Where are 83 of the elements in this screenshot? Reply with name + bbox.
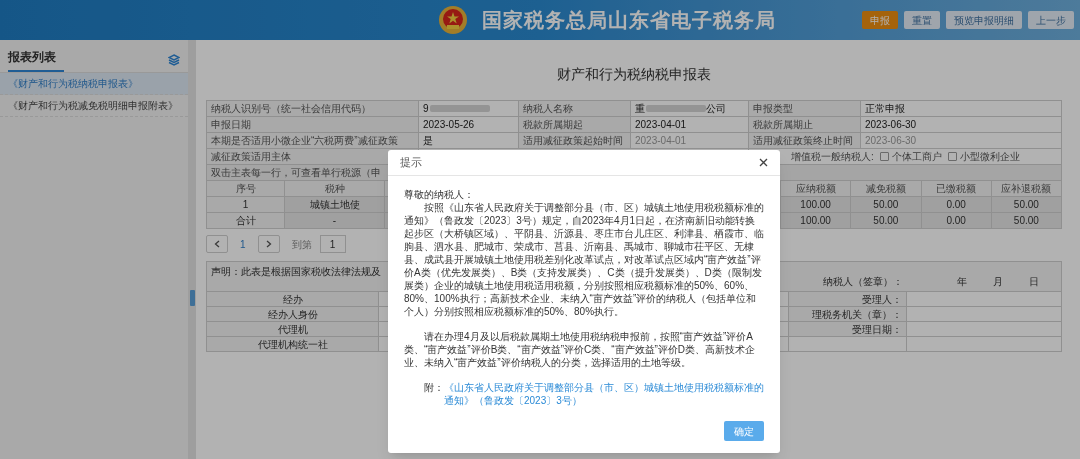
dialog-title: 提示	[400, 155, 422, 171]
table-cell: 50.00	[873, 215, 899, 226]
declaration-text: 声明：此表是根据国家税收法律法规及	[211, 265, 381, 279]
date-label: 月	[993, 275, 1003, 289]
checkbox[interactable]	[947, 152, 957, 161]
header-button[interactable]: 预览申报明细	[946, 11, 1022, 29]
field-label: 减征政策适用主体	[211, 151, 291, 162]
table-cell: 合计	[235, 215, 256, 226]
chevron-right-icon	[265, 240, 272, 248]
field-value: 2023-04-01	[635, 117, 687, 132]
date-label: 年	[957, 275, 967, 289]
page-input[interactable]: 1	[319, 235, 346, 253]
table-note: 双击主表每一行，可查看单行税源（申	[211, 167, 381, 178]
table-cell: -	[332, 215, 337, 226]
field-label: 纳税人名称	[523, 101, 573, 116]
field-label: 税款所属期起	[523, 117, 583, 132]
field-label: 理税务机关（章）：	[812, 309, 902, 320]
field-label: 经办	[282, 294, 303, 305]
confirm-button[interactable]: 确定	[724, 421, 764, 441]
field-label: 税款所属期止	[753, 117, 813, 132]
field-label: 受理日期：	[852, 324, 902, 335]
field-label: 代理机构统一社	[257, 339, 328, 350]
field-value: 重	[635, 101, 645, 116]
close-icon[interactable]	[759, 158, 768, 167]
redaction-bar	[429, 105, 490, 112]
column-header: 减免税额	[865, 183, 906, 194]
column-header: 应纳税额	[795, 183, 836, 194]
site-title: 国家税务总局山东省电子税务局	[482, 8, 776, 33]
field-label: 经办人身份	[267, 309, 318, 320]
field-value: 正常申报	[865, 101, 905, 116]
checkbox-label: 小型微利企业	[959, 149, 1020, 164]
attachment-label: 附：	[424, 381, 444, 395]
notice-paragraph: 请在办理4月及以后税款属期土地使用税纳税申报前，按照“亩产效益”评价A类、“亩产效益”评价B类、“亩产效益”评价C类、“亩产效益”评价D类、高新技术企业、未纳入“亩产效益”评价纳税人的分类，选择适用的土地等级。	[404, 330, 757, 369]
field-label: 适用减征政策终止时间	[753, 133, 853, 148]
field-value: 是	[423, 133, 433, 148]
field-value: 公司	[706, 101, 726, 116]
table-cell: 100.00	[800, 215, 831, 226]
sidebar-item[interactable]: 《财产和行为税纳税申报表》	[0, 73, 188, 95]
field-label: 适用减征政策起始时间	[523, 133, 623, 148]
page-number[interactable]: 1	[236, 236, 250, 252]
greeting-text: 尊敬的纳税人：	[404, 188, 475, 201]
field-value: 2023-04-01	[635, 133, 687, 148]
emblem-icon	[438, 5, 468, 35]
field-label: 纳税人识别号（统一社会信用代码）	[211, 101, 371, 116]
checkbox-label: 个体工商户	[891, 149, 942, 164]
table-cell: 1	[242, 199, 249, 210]
column-header: 序号	[235, 183, 256, 194]
form-title: 财产和行为税纳税申报表	[556, 65, 712, 84]
layers-icon[interactable]	[168, 54, 180, 66]
field-value: 2023-06-30	[865, 133, 917, 148]
table-cell: 50.00	[1013, 215, 1039, 226]
field-label: 代理机	[277, 324, 308, 335]
table-cell: 50.00	[873, 199, 899, 210]
field-label: 受理人：	[862, 294, 902, 305]
field-label: 增值税一般纳税人:	[791, 149, 874, 164]
table-cell: 0.00	[946, 199, 966, 210]
prev-page-button[interactable]	[206, 235, 228, 253]
field-value: 9	[423, 101, 429, 116]
column-header: 应补退税额	[1001, 183, 1052, 194]
field-label: 申报类型	[753, 101, 793, 116]
field-value: 2023-05-26	[423, 117, 475, 132]
chevron-left-icon	[214, 240, 220, 248]
attachment-link[interactable]: 《山东省人民政府关于调整部分县（市、区）城镇土地使用税税额标准的通知》（鲁政发〔2023〕3号）	[444, 381, 764, 407]
next-page-button[interactable]	[257, 235, 280, 253]
field-value: 2023-06-30	[865, 117, 917, 132]
redaction-bar	[646, 105, 706, 112]
field-label: 本期是否适用小微企业“六税两费”减征政策	[211, 133, 398, 148]
header-button[interactable]: 重置	[904, 11, 940, 29]
column-header: 税种	[324, 183, 345, 194]
signature-label: 纳税人（签章）：	[822, 275, 904, 289]
header-button[interactable]: 申报	[862, 11, 898, 29]
notice-paragraph: 按照《山东省人民政府关于调整部分县（市、区）城镇土地使用税税额标准的通知》（鲁政发〔2023〕3号）规定，自2023年4月1日起，在济南新旧动能转换起步区（大桥镇区域）、平阴县、沂源县、枣庄市台儿庄区、利津县、栖霞市、临朐县、泗水县、肥城市、荣成市、莒县、沂南县、禹城市、聊城市茌平区、无棣县、成武县开展城镇土地使用税差别化改革试点，对改革试点区域内“亩产效益”评价A类（优先发展类）、B类（支持发展类）、C类（提升发展类）、D类（限制发展类）企业的城镇土地使用税适用税额，分别按照相应税额标准的50%、60%、80%、100%执行；高新技术企业、未纳入“亩产效益”评价的纳税人（包括单位和个人）分别按照相应税额标准的50%、80%执行。	[404, 201, 764, 318]
goto-label: 到第	[291, 237, 312, 252]
checkbox[interactable]	[879, 152, 889, 161]
table-cell: 50.00	[1013, 199, 1039, 210]
date-label: 日	[1029, 275, 1039, 289]
header-button[interactable]: 上一步	[1028, 11, 1074, 29]
field-label: 申报日期	[211, 117, 251, 132]
table-cell: 城镇土地使	[309, 199, 360, 210]
table-cell: 0.00	[946, 215, 966, 226]
column-header: 已缴税额	[936, 183, 977, 194]
collapse-handle[interactable]	[190, 290, 195, 306]
table-cell: 100.00	[800, 199, 831, 210]
